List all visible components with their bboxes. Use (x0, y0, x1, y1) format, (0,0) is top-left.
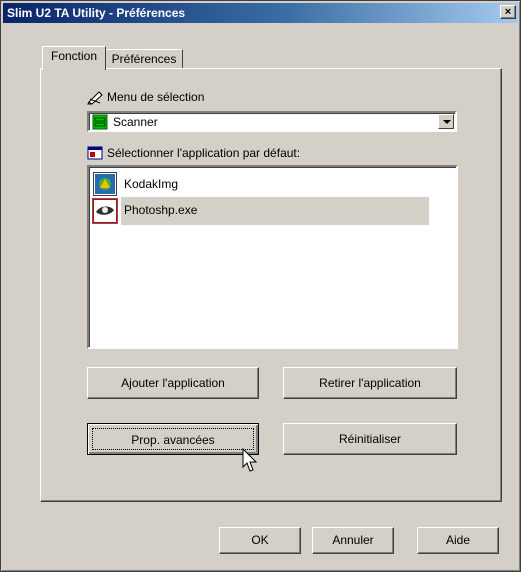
tab-preferences[interactable]: Préférences (105, 49, 183, 69)
list-item-label: KodakImg (124, 177, 179, 191)
window-title: Slim U2 TA Utility - Préférences (7, 6, 186, 20)
close-button[interactable]: × (500, 5, 516, 19)
default-app-label: Sélectionner l'application par défaut: (107, 146, 301, 160)
scanner-icon (92, 114, 108, 130)
photoshop-eye-icon (93, 199, 117, 223)
selection-menu-combobox[interactable]: Scanner (87, 111, 457, 132)
close-icon: × (504, 6, 512, 18)
list-item-label: Photoshp.exe (121, 197, 429, 225)
list-item-photoshop[interactable]: Photoshp.exe (93, 197, 429, 225)
add-application-button[interactable]: Ajouter l'application (87, 367, 259, 399)
preferences-window: Slim U2 TA Utility - Préférences × Fonct… (0, 0, 521, 572)
reset-button[interactable]: Réinitialiser (283, 423, 457, 455)
selection-menu-label: Menu de sélection (107, 90, 205, 104)
chevron-down-icon[interactable] (438, 114, 454, 129)
selection-menu-value: Scanner (113, 115, 158, 129)
pen-icon (87, 89, 103, 105)
advanced-properties-button[interactable]: Prop. avancées (87, 423, 259, 455)
cancel-button[interactable]: Annuler (312, 527, 394, 554)
ok-button[interactable]: OK (219, 527, 301, 554)
mouse-pointer-icon (242, 447, 260, 474)
selection-menu-label-row: Menu de sélection (87, 89, 204, 105)
application-listbox[interactable]: KodakImg Photoshp.exe (87, 165, 458, 349)
title-bar[interactable]: Slim U2 TA Utility - Préférences × (3, 3, 518, 23)
remove-application-button[interactable]: Retirer l'application (283, 367, 457, 399)
advanced-properties-label: Prop. avancées (92, 428, 254, 450)
tab-fonction[interactable]: Fonction (42, 46, 106, 70)
list-item-kodakimg[interactable]: KodakImg (93, 171, 181, 197)
kodak-imaging-icon (93, 172, 117, 196)
default-app-label-row: Sélectionner l'application par défaut: (87, 145, 300, 161)
window-app-icon (87, 145, 103, 161)
help-button[interactable]: Aide (417, 527, 499, 554)
